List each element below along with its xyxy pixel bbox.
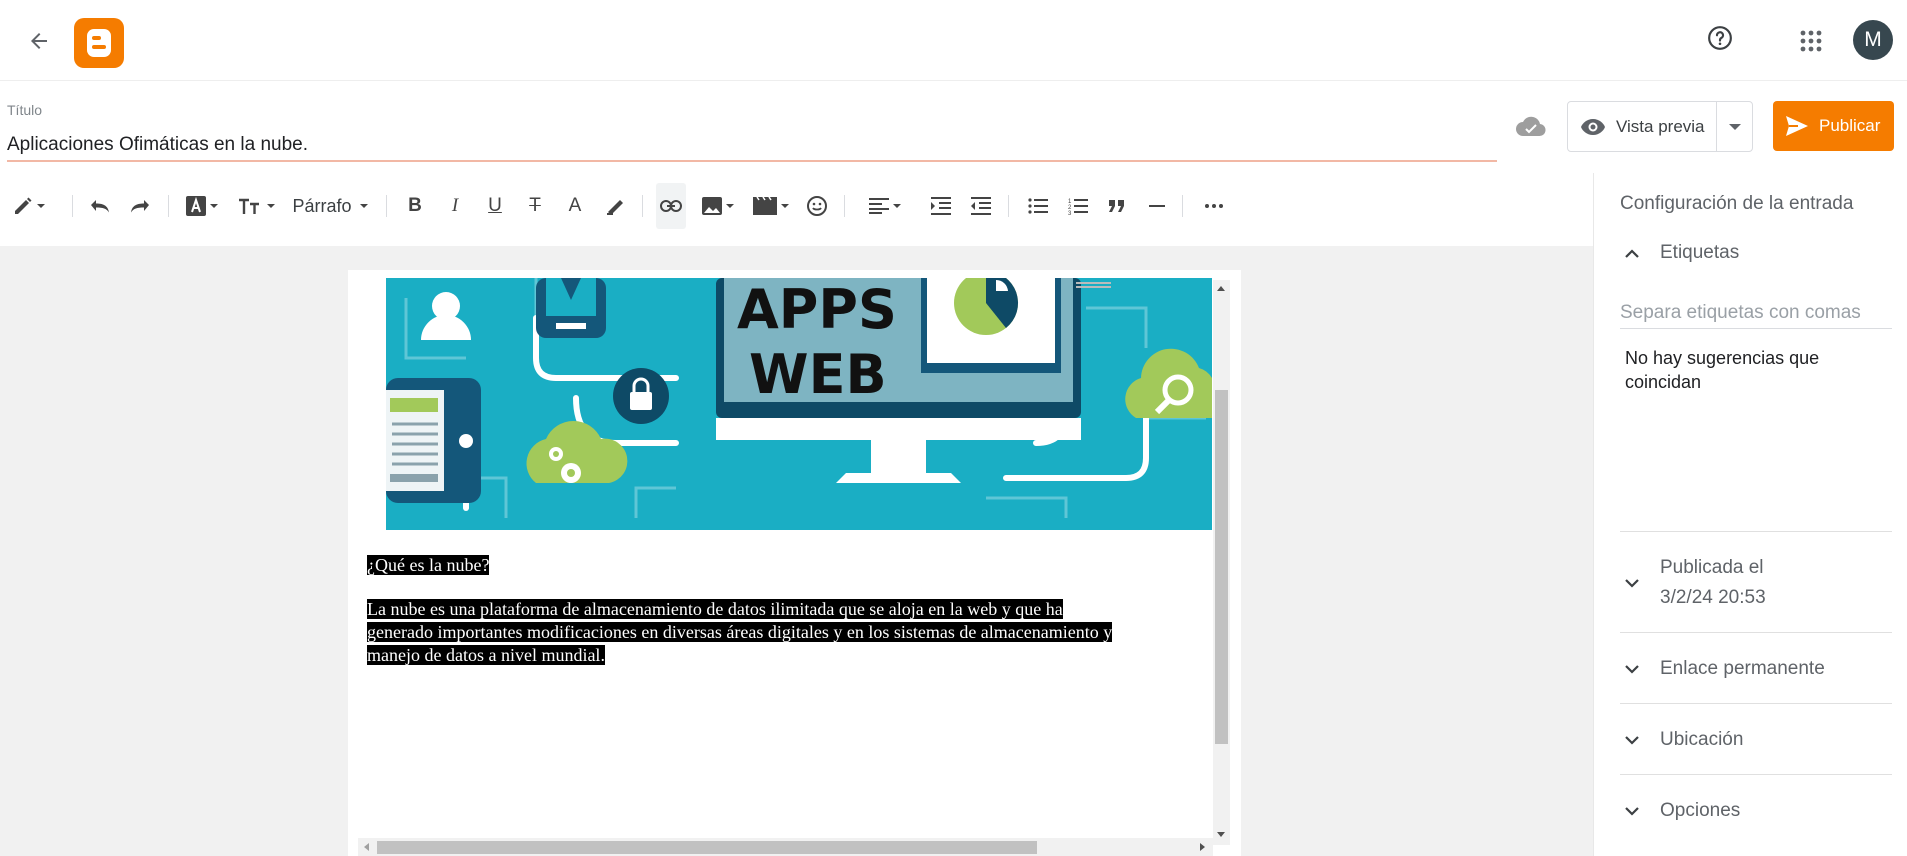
top-bar: M	[0, 0, 1907, 81]
preview-dropdown[interactable]	[1717, 102, 1752, 151]
post-heading-text: ¿Qué es la nube?	[367, 555, 490, 575]
paragraph-line-2: generado importantes modificaciones en d…	[367, 622, 1113, 642]
paragraph-style-dropdown[interactable]: Párrafo	[288, 183, 372, 229]
toolbar-divider	[72, 195, 73, 217]
indent-icon[interactable]	[928, 183, 954, 229]
chevron-down-icon	[1620, 806, 1644, 816]
permalink-label: Enlace permanente	[1660, 658, 1825, 679]
sidebar-divider	[1620, 703, 1892, 704]
bullet-list-icon[interactable]	[1024, 183, 1052, 229]
blogger-logo[interactable]	[74, 18, 124, 68]
highlight-icon[interactable]	[602, 183, 630, 229]
chevron-down-icon	[1620, 735, 1644, 745]
formatting-toolbar: Párrafo B I U T A 123	[0, 183, 1593, 230]
published-label: Publicada el	[1660, 557, 1764, 578]
svg-text:3: 3	[1068, 211, 1072, 215]
numbered-list-icon[interactable]: 123	[1064, 183, 1092, 229]
hero-text-web: WEB	[749, 343, 887, 406]
paragraph-style-label: Párrafo	[292, 195, 352, 216]
labels-section-toggle[interactable]: Etiquetas	[1620, 239, 1892, 267]
options-label: Opciones	[1660, 800, 1741, 821]
scroll-right-arrow[interactable]	[1200, 843, 1205, 851]
sidebar-divider	[1620, 531, 1892, 532]
arrow-left-icon[interactable]	[22, 24, 56, 58]
font-color-icon[interactable]	[182, 183, 222, 229]
align-left-icon[interactable]	[864, 183, 906, 229]
send-icon	[1785, 115, 1809, 137]
options-section-toggle[interactable]: Opciones	[1620, 797, 1892, 825]
horizontal-scroll-thumb[interactable]	[377, 841, 1037, 854]
toolbar-divider	[844, 195, 845, 217]
italic-icon[interactable]: I	[442, 183, 468, 229]
avatar[interactable]: M	[1853, 20, 1893, 60]
more-icon[interactable]	[1200, 183, 1228, 229]
published-section-toggle[interactable]: Publicada el 3/2/24 20:53	[1620, 553, 1892, 613]
toolbar-divider	[642, 195, 643, 217]
post-image[interactable]: APPS WEB	[386, 278, 1212, 530]
help-circle-icon[interactable]	[1704, 22, 1736, 54]
post-heading[interactable]: ¿Qué es la nube?	[367, 554, 490, 576]
labels-section-label: Etiquetas	[1660, 242, 1740, 263]
undo-icon[interactable]	[86, 183, 114, 229]
preview-label: Vista previa	[1616, 116, 1705, 136]
toolbar-divider	[1008, 195, 1009, 217]
title-input[interactable]	[7, 130, 1497, 162]
paragraph-line-1: La nube es una plataforma de almacenamie…	[367, 599, 1063, 619]
paragraph-line-3: manejo de datos a nivel mundial.	[367, 645, 605, 665]
vertical-scrollbar[interactable]	[1213, 280, 1230, 845]
chevron-down-icon	[1728, 123, 1741, 130]
chevron-down-icon	[1620, 578, 1644, 588]
sidebar-title: Configuración de la entrada	[1620, 193, 1854, 214]
title-label: Título	[7, 102, 43, 118]
scroll-down-arrow[interactable]	[1217, 832, 1225, 837]
chevron-down-icon	[1620, 664, 1644, 674]
chevron-up-icon	[1620, 248, 1644, 258]
editor-page[interactable]: APPS WEB ¿Qué es la nube? La nube es una…	[348, 270, 1241, 856]
sidebar-divider	[1620, 632, 1892, 633]
post-paragraph[interactable]: La nube es una plataforma de almacenamie…	[367, 598, 1212, 667]
cloud-check-icon	[1515, 112, 1547, 140]
toolbar-divider	[386, 195, 387, 217]
toolbar-divider	[1182, 195, 1183, 217]
underline-icon[interactable]: U	[482, 183, 508, 229]
strikethrough-icon[interactable]: T	[522, 183, 548, 229]
apps-grid-icon[interactable]	[1796, 26, 1826, 56]
pencil-icon[interactable]	[8, 183, 50, 229]
avatar-initial: M	[1864, 28, 1882, 51]
eye-icon	[1580, 118, 1606, 136]
sidebar-divider	[1620, 774, 1892, 775]
text-size-icon[interactable]	[236, 183, 276, 229]
publish-button[interactable]: Publicar	[1773, 101, 1894, 151]
bold-icon[interactable]: B	[402, 183, 428, 229]
scroll-left-arrow[interactable]	[364, 843, 369, 851]
location-label: Ubicación	[1660, 729, 1744, 750]
image-icon[interactable]	[700, 183, 736, 229]
post-settings-sidebar: Configuración de la entrada Etiquetas No…	[1593, 173, 1907, 856]
hero-text-apps: APPS	[737, 278, 897, 341]
labels-input[interactable]	[1620, 297, 1892, 329]
quote-icon[interactable]	[1104, 183, 1130, 229]
permalink-section-toggle[interactable]: Enlace permanente	[1620, 655, 1892, 683]
no-suggestions-text: No hay sugerencias que coincidan	[1625, 348, 1820, 392]
published-date: 3/2/24 20:53	[1660, 587, 1766, 608]
redo-icon[interactable]	[126, 183, 154, 229]
link-icon[interactable]	[656, 183, 686, 229]
outdent-icon[interactable]	[968, 183, 994, 229]
vertical-scroll-thumb[interactable]	[1215, 390, 1228, 744]
location-section-toggle[interactable]: Ubicación	[1620, 726, 1892, 754]
scroll-up-arrow[interactable]	[1217, 286, 1225, 291]
video-icon[interactable]	[752, 183, 790, 229]
text-color-icon[interactable]: A	[562, 183, 588, 229]
toolbar-divider	[168, 195, 169, 217]
horizontal-rule-icon[interactable]	[1144, 183, 1170, 229]
preview-button[interactable]: Vista previa	[1568, 102, 1718, 151]
preview-button-group: Vista previa	[1567, 101, 1753, 152]
emoji-icon[interactable]	[804, 183, 830, 229]
publish-label: Publicar	[1819, 116, 1881, 135]
horizontal-scrollbar[interactable]	[358, 838, 1213, 856]
